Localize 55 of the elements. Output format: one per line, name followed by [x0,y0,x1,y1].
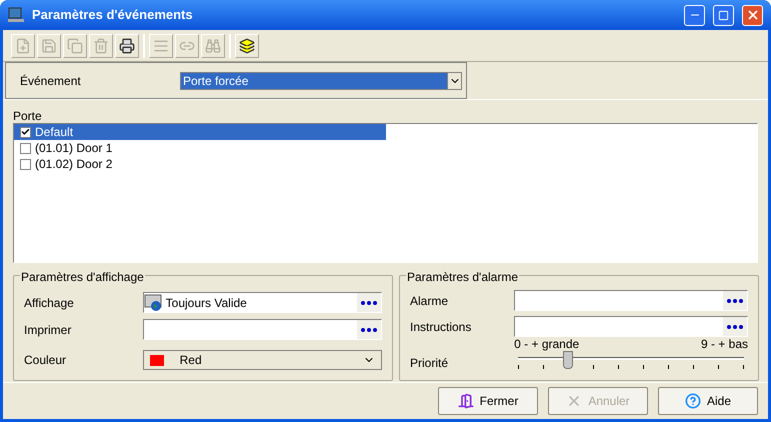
affichage-field[interactable]: Toujours Valide [142,292,382,313]
dialog-button[interactable]: Aide [658,387,758,415]
instructions-field[interactable] [514,316,748,337]
ellipsis-button[interactable] [723,291,747,310]
maximize-button[interactable] [713,4,734,26]
color-dropdown[interactable]: Red [142,350,382,370]
copy-icon [67,38,83,54]
imprimer-field[interactable] [142,319,382,340]
maximize-icon [718,10,729,20]
field-label: Couleur [24,352,68,369]
event-dropdown[interactable]: Porte forcée [180,72,462,90]
slider-max-label: 9 - + bas [700,338,748,351]
window-title: Paramètres d'événements [32,6,193,24]
trash-icon [93,38,109,54]
alarme-field[interactable] [514,290,748,311]
door-list-item[interactable]: Default [14,124,386,140]
minimize-button[interactable] [684,4,705,26]
door-icon [458,393,474,409]
printer-icon [119,38,135,54]
ellipsis-button[interactable] [357,320,381,339]
field-label: Alarme [410,292,450,310]
ellipsis-button[interactable] [357,293,381,312]
computer-icon [8,7,24,23]
slider-min-label: 0 - + grande [514,338,580,351]
list-icon [153,38,169,54]
close-icon [746,8,760,22]
door-list-item[interactable]: (01.02) Door 2 [14,156,386,172]
checkbox[interactable] [20,126,31,138]
toolbar-button[interactable] [115,34,139,58]
door-list-item[interactable]: (01.01) Door 1 [14,140,386,156]
floppy-icon [41,38,57,54]
door-name: (01.02) Door 2 [35,156,112,173]
checkbox[interactable] [20,158,31,170]
event-value: Porte forcée [181,72,447,88]
ellipsis-button[interactable] [723,317,747,336]
windows-icon [239,38,255,54]
color-value: Red [180,352,203,369]
field-label: Instructions [410,318,472,336]
affichage-value: Toujours Valide [166,294,248,312]
field-label: Imprimer [24,322,72,338]
checkbox[interactable] [20,142,31,154]
toolbar-button[interactable] [235,34,259,58]
event-label: Événement [20,72,82,90]
door-name: (01.01) Door 1 [35,140,112,157]
binoculars-icon [205,38,221,54]
help-icon [684,393,701,409]
dialog-button[interactable]: Fermer [438,387,538,415]
slider-thumb[interactable] [562,351,573,369]
field-label: Affichage [24,294,75,312]
new-file-icon [15,38,31,54]
close-button[interactable] [742,4,763,26]
door-name: Default [35,124,74,141]
priority-label: Priorité [410,355,450,372]
door-label: Porte [13,110,43,123]
globe-icon [144,294,164,312]
